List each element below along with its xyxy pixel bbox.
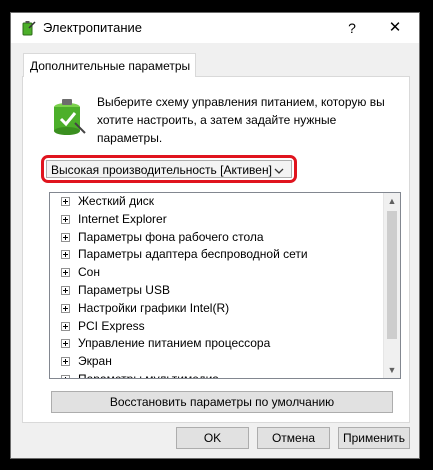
tree-item-label: Сон <box>78 265 100 280</box>
tree-item[interactable]: PCI Express <box>50 318 383 336</box>
tree-item[interactable]: Настройки графики Intel(R) <box>50 300 383 318</box>
tree-item[interactable]: Жесткий диск <box>50 193 383 211</box>
restore-defaults-button[interactable]: Восстановить параметры по умолчанию <box>51 391 393 413</box>
tree-item[interactable]: Internet Explorer <box>50 211 383 229</box>
plus-box-icon[interactable] <box>61 250 70 260</box>
plus-box-icon[interactable] <box>61 285 70 295</box>
tree-item[interactable]: Экран <box>50 353 383 371</box>
plus-box-icon[interactable] <box>61 303 70 313</box>
apply-button[interactable]: Применить <box>338 427 410 449</box>
plus-box-icon[interactable] <box>61 374 70 378</box>
plus-box-icon[interactable] <box>61 339 70 349</box>
description-text: Выберите схему управления питанием, кото… <box>97 95 385 145</box>
settings-tree-list: Жесткий диск Internet Explorer Параметры ф… <box>50 193 383 378</box>
power-options-window: Электропитание ? ✕ Дополнительные параме… <box>10 12 420 459</box>
chevron-down-icon <box>274 168 284 174</box>
window-title: Электропитание <box>43 20 142 35</box>
advanced-settings-panel: Выберите схему управления питанием, кото… <box>22 76 410 423</box>
plus-box-icon[interactable] <box>61 197 70 206</box>
power-plan-select[interactable]: Высокая производительность [Активен] <box>46 160 292 178</box>
plus-box-icon[interactable] <box>61 268 70 278</box>
plus-box-icon[interactable] <box>61 357 70 367</box>
tree-item-label: Настройки графики Intel(R) <box>78 300 230 315</box>
tree-item[interactable]: Параметры фона рабочего стола <box>50 229 383 247</box>
tree-item-label: Параметры фона рабочего стола <box>78 229 264 244</box>
tree-item[interactable]: Управление питанием процессора <box>50 335 383 353</box>
tree-item-label: Управление питанием процессора <box>78 336 271 351</box>
tree-item[interactable]: Сон <box>50 264 383 282</box>
tree-item-label: Параметры мультимедиа <box>78 372 219 378</box>
tab-advanced-settings[interactable]: Дополнительные параметры <box>23 53 196 77</box>
tree-item-label: PCI Express <box>78 318 145 333</box>
cancel-button[interactable]: Отмена <box>257 427 330 449</box>
close-button[interactable]: ✕ <box>381 17 409 39</box>
tree-scrollbar[interactable]: ▲ ▼ <box>383 193 400 378</box>
tree-item[interactable]: Параметры USB <box>50 282 383 300</box>
tree-item-label: Параметры адаптера беспроводной сети <box>78 247 308 262</box>
triangle-up-icon[interactable]: ▲ <box>384 193 400 209</box>
scroll-thumb[interactable] <box>387 211 397 339</box>
plus-box-icon[interactable] <box>61 214 70 224</box>
battery-checkmark-icon <box>54 99 86 135</box>
settings-tree: Жесткий диск Internet Explorer Параметры ф… <box>49 192 401 379</box>
help-button[interactable]: ? <box>341 17 363 39</box>
title-bar: Электропитание ? ✕ <box>11 13 419 43</box>
plus-box-icon[interactable] <box>61 321 70 331</box>
plus-box-icon[interactable] <box>61 232 70 242</box>
tree-item-label: Параметры USB <box>78 282 170 297</box>
triangle-down-icon[interactable]: ▼ <box>384 362 400 378</box>
tree-item-label: Жесткий диск <box>78 194 155 208</box>
tree-item-label: Internet Explorer <box>78 211 167 226</box>
power-battery-icon <box>22 21 36 36</box>
tree-item[interactable]: Параметры мультимедиа <box>50 371 383 378</box>
tree-item[interactable]: Параметры адаптера беспроводной сети <box>50 246 383 264</box>
power-plan-select-value: Высокая производительность [Активен] <box>51 163 272 177</box>
ok-button[interactable]: OK <box>176 427 249 449</box>
tree-item-label: Экран <box>78 354 112 369</box>
power-plan-select-highlight: Высокая производительность [Активен] <box>41 155 297 183</box>
